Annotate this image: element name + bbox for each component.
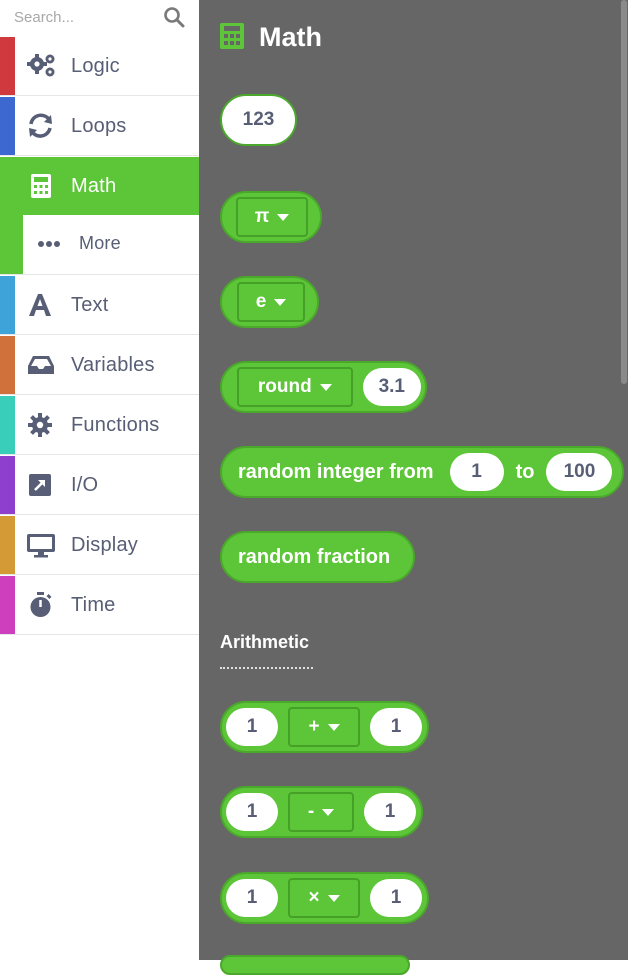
add-left-input[interactable]: 1 <box>226 708 278 746</box>
search-input[interactable] <box>0 0 164 34</box>
monitor-icon <box>27 534 55 558</box>
multiply-right-value: 1 <box>390 887 402 908</box>
category-math[interactable]: Math <box>0 157 199 215</box>
category-functions[interactable]: Functions <box>0 396 199 455</box>
dropdown-arrow-icon <box>319 383 332 391</box>
stopwatch-icon <box>30 592 52 617</box>
category-color-bar <box>0 576 15 634</box>
round-block[interactable]: round 3.1 <box>220 361 427 413</box>
category-color-bar <box>0 97 15 155</box>
category-label: I/O <box>71 474 99 496</box>
dropdown-arrow-icon <box>274 298 287 306</box>
multiply-left-input[interactable]: 1 <box>226 879 278 917</box>
inbox-icon <box>28 356 54 374</box>
add-block[interactable]: 1 + 1 <box>220 701 429 753</box>
category-label: Loops <box>71 115 127 137</box>
calculator-icon <box>220 23 244 49</box>
dropdown-arrow-icon <box>327 894 340 902</box>
round-value-input[interactable]: 3.1 <box>362 368 421 406</box>
category-variables[interactable]: Variables <box>0 336 199 395</box>
category-color-bar <box>0 396 15 454</box>
pi-dropdown[interactable]: π <box>236 197 308 237</box>
add-left-value: 1 <box>246 716 258 737</box>
category-color-bar <box>0 37 15 95</box>
number-block[interactable]: 123 <box>220 94 297 146</box>
subtract-left-value: 1 <box>246 801 258 822</box>
category-label: More <box>79 233 121 253</box>
e-dropdown[interactable]: e <box>237 282 305 322</box>
category-color-bar <box>0 516 15 574</box>
random-integer-block[interactable]: random integer from 1 to 100 <box>220 446 624 498</box>
category-color-bar <box>0 276 15 334</box>
search-icon[interactable] <box>163 6 185 28</box>
add-op-dropdown[interactable]: + <box>288 707 360 747</box>
category-loops[interactable]: Loops <box>0 97 199 156</box>
category-label: Display <box>71 534 138 556</box>
pi-block[interactable]: π <box>220 191 322 243</box>
section-label-arithmetic: Arithmetic <box>220 632 310 652</box>
random-fraction-label: random fraction <box>238 545 391 568</box>
search-box <box>0 0 199 36</box>
random-fraction-block[interactable]: random fraction <box>220 531 415 583</box>
round-value: 3.1 <box>378 376 405 397</box>
flyout-scrollbar[interactable] <box>621 0 627 384</box>
e-symbol: e <box>255 291 267 312</box>
dropdown-arrow-icon <box>277 213 290 221</box>
e-block[interactable]: e <box>220 276 319 328</box>
category-label: Math <box>71 175 117 197</box>
section-underline <box>220 667 313 669</box>
random-from-input[interactable]: 1 <box>449 453 504 491</box>
number-value: 123 <box>242 109 275 130</box>
calculator-icon <box>31 174 51 198</box>
category-label: Logic <box>71 55 120 77</box>
random-integer-label: random integer from <box>238 460 434 483</box>
category-text[interactable]: Text <box>0 276 199 335</box>
random-from-value: 1 <box>471 461 482 482</box>
category-logic[interactable]: Logic <box>0 37 199 96</box>
category-more[interactable]: More <box>0 215 199 275</box>
add-right-input[interactable]: 1 <box>370 708 422 746</box>
add-right-value: 1 <box>390 716 402 737</box>
random-to-label: to <box>515 460 535 483</box>
dropdown-arrow-icon <box>327 723 340 731</box>
category-label: Time <box>71 594 116 616</box>
dropdown-arrow-icon <box>322 808 335 816</box>
subtract-right-input[interactable]: 1 <box>364 793 416 831</box>
category-color-bar <box>0 456 15 514</box>
random-to-value: 100 <box>563 461 596 482</box>
subtract-block[interactable]: 1 - 1 <box>220 786 423 838</box>
gear-icon <box>28 413 52 437</box>
subtract-op-dropdown[interactable]: - <box>288 792 354 832</box>
multiply-block[interactable]: 1 × 1 <box>220 872 429 924</box>
category-sidebar: Logic Loops Math More <box>0 0 199 960</box>
refresh-icon <box>29 113 52 138</box>
category-label: Functions <box>71 414 160 436</box>
category-display[interactable]: Display <box>0 516 199 575</box>
category-color-bar <box>0 336 15 394</box>
category-io[interactable]: I/O <box>0 456 199 515</box>
arrow-box-icon <box>29 474 51 496</box>
round-op-label: round <box>257 376 312 397</box>
flyout-title: Math <box>259 22 322 52</box>
category-time[interactable]: Time <box>0 576 199 635</box>
multiply-right-input[interactable]: 1 <box>370 879 422 917</box>
round-dropdown[interactable]: round <box>237 367 353 407</box>
multiply-op: × <box>308 887 320 908</box>
multiply-op-dropdown[interactable]: × <box>288 878 360 918</box>
next-block-partial[interactable] <box>220 955 410 975</box>
random-to-input[interactable]: 100 <box>546 453 613 491</box>
pi-symbol: π <box>254 206 270 227</box>
text-a-icon <box>29 294 51 316</box>
subtract-op: - <box>307 801 315 822</box>
gears-icon <box>27 54 55 77</box>
ellipsis-icon <box>38 241 60 247</box>
category-color-bar <box>0 215 23 274</box>
subtract-right-value: 1 <box>384 801 396 822</box>
multiply-left-value: 1 <box>246 887 258 908</box>
category-label: Text <box>71 294 109 316</box>
category-label: Variables <box>71 354 155 376</box>
add-op: + <box>308 716 320 737</box>
subtract-left-input[interactable]: 1 <box>226 793 278 831</box>
